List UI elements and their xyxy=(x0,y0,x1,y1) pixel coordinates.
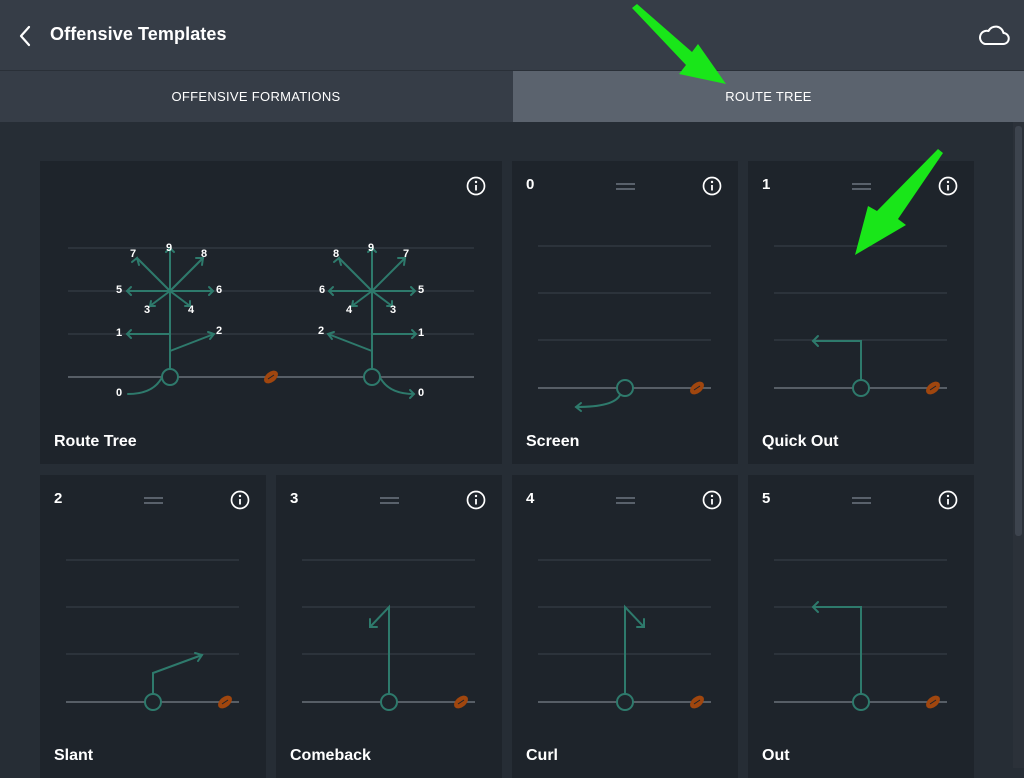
route-diagram xyxy=(538,245,711,412)
info-button[interactable] xyxy=(702,176,722,196)
tree-label-1: 1 xyxy=(418,327,425,339)
info-button[interactable] xyxy=(466,176,486,196)
tree-label-0: 0 xyxy=(116,387,123,399)
tree-label-0: 0 xyxy=(418,387,425,399)
route-number: 5 xyxy=(762,490,771,507)
info-icon xyxy=(230,490,250,510)
page-title: Offensive Templates xyxy=(50,24,227,44)
tab-route-tree[interactable]: ROUTE TREE xyxy=(513,71,1024,122)
info-button[interactable] xyxy=(466,490,486,510)
info-button[interactable] xyxy=(230,490,250,510)
drag-handle-icon[interactable] xyxy=(380,497,399,504)
route-card-curl[interactable]: 4 Curl xyxy=(512,475,738,778)
tree-label-3: 3 xyxy=(144,304,151,316)
route-diagram xyxy=(302,559,475,711)
tree-label-9: 9 xyxy=(368,242,375,254)
info-icon xyxy=(466,176,486,196)
route-card-screen[interactable]: 0 Screen xyxy=(512,161,738,464)
tree-label-2: 2 xyxy=(216,325,223,337)
drag-handle-icon[interactable] xyxy=(852,183,871,190)
route-card-out[interactable]: 5 Out xyxy=(748,475,974,778)
info-icon xyxy=(702,490,722,510)
cloud-sync-button[interactable] xyxy=(976,21,1012,51)
route-number: 4 xyxy=(526,490,535,507)
tree-label-7: 7 xyxy=(403,248,410,260)
card-title: Comeback xyxy=(290,747,371,764)
route-diagram xyxy=(774,245,947,397)
tree-label-3: 3 xyxy=(390,304,397,316)
card-title: Route Tree xyxy=(54,433,137,450)
info-icon xyxy=(938,176,958,196)
card-title: Quick Out xyxy=(762,433,839,450)
card-title: Curl xyxy=(526,747,558,764)
route-number: 1 xyxy=(762,176,771,193)
info-icon xyxy=(702,176,722,196)
back-button[interactable] xyxy=(14,22,38,50)
info-button[interactable] xyxy=(702,490,722,510)
card-title: Out xyxy=(762,747,790,764)
tree-label-8: 8 xyxy=(333,248,340,260)
drag-handle-icon[interactable] xyxy=(144,497,163,504)
route-tree-card[interactable]: 7 9 8 5 6 3 4 1 2 0 8 9 7 6 5 4 3 2 1 0 … xyxy=(40,161,502,464)
route-tree-diagram xyxy=(68,246,474,399)
tree-label-9: 9 xyxy=(166,242,173,254)
chevron-left-icon xyxy=(19,25,31,47)
drag-handle-icon[interactable] xyxy=(616,183,635,190)
tree-label-4: 4 xyxy=(346,304,353,316)
route-diagram xyxy=(66,559,239,711)
tree-label-8: 8 xyxy=(201,248,208,260)
card-title: Slant xyxy=(54,747,94,764)
drag-handle-icon[interactable] xyxy=(852,497,871,504)
route-card-slant[interactable]: 2 Slant xyxy=(40,475,266,778)
route-card-comeback[interactable]: 3 Comeback xyxy=(276,475,502,778)
info-icon xyxy=(466,490,486,510)
card-title: Screen xyxy=(526,433,580,450)
route-number: 2 xyxy=(54,490,63,507)
tree-label-5: 5 xyxy=(418,284,425,296)
tree-label-2: 2 xyxy=(318,325,325,337)
drag-handle-icon[interactable] xyxy=(616,497,635,504)
tree-label-6: 6 xyxy=(319,284,326,296)
route-card-quick-out[interactable]: 1 Quick Out xyxy=(748,161,974,464)
scrollbar[interactable] xyxy=(1013,122,1024,768)
info-button[interactable] xyxy=(938,176,958,196)
info-icon xyxy=(938,490,958,510)
info-button[interactable] xyxy=(938,490,958,510)
cloud-icon xyxy=(979,25,1010,45)
route-number: 0 xyxy=(526,176,535,193)
route-number: 3 xyxy=(290,490,299,507)
tab-offensive-formations[interactable]: OFFENSIVE FORMATIONS xyxy=(0,71,512,122)
tree-label-4: 4 xyxy=(188,304,195,316)
top-bar: Offensive Templates xyxy=(0,0,1024,70)
tree-label-7: 7 xyxy=(130,248,137,260)
tree-label-5: 5 xyxy=(116,284,123,296)
scrollbar-thumb[interactable] xyxy=(1015,126,1022,536)
route-diagram xyxy=(538,559,711,711)
tree-label-1: 1 xyxy=(116,327,123,339)
tree-label-6: 6 xyxy=(216,284,223,296)
route-diagram xyxy=(774,559,947,711)
tab-bar: OFFENSIVE FORMATIONS ROUTE TREE xyxy=(0,70,1024,122)
